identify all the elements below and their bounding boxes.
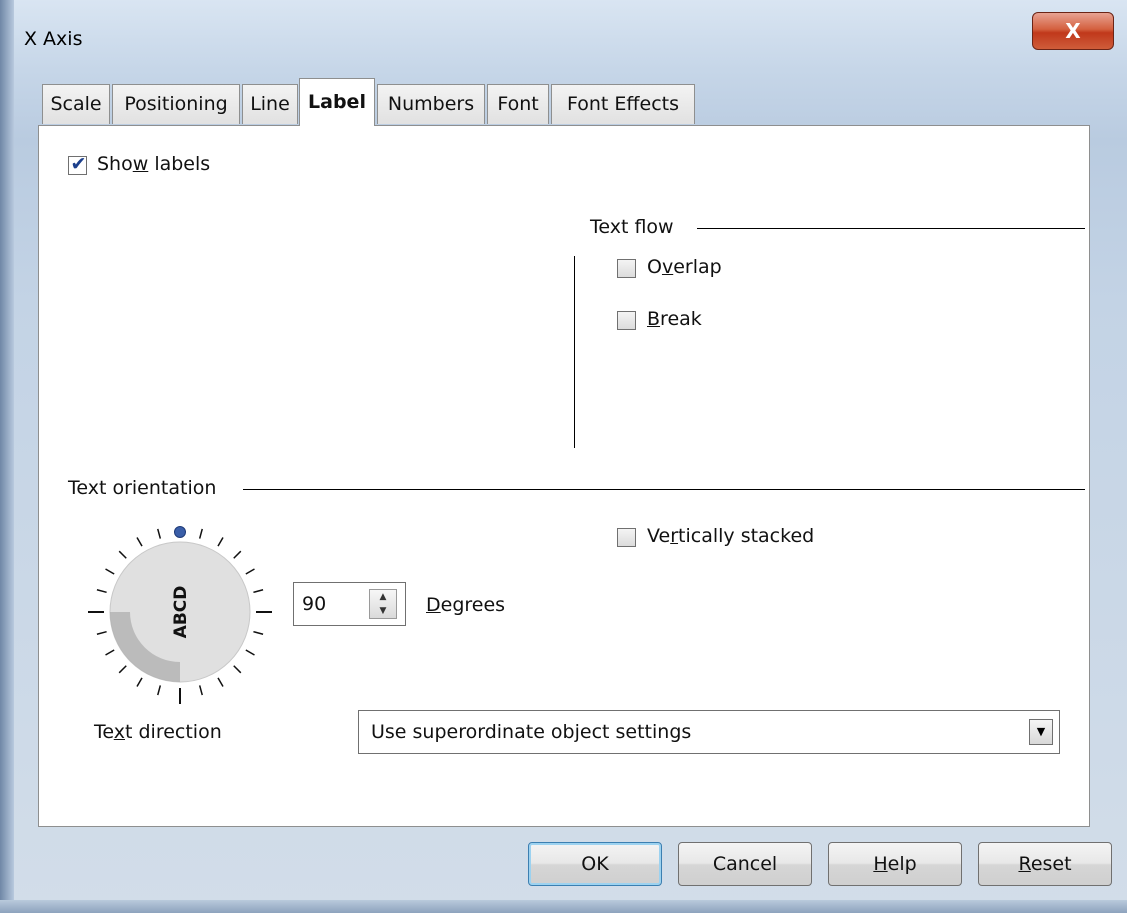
dial-tick bbox=[198, 685, 203, 696]
overlap-label: Overlap bbox=[647, 256, 722, 278]
tab-label[interactable]: Label bbox=[299, 78, 375, 126]
dial-tick bbox=[217, 537, 224, 547]
spin-down-icon[interactable]: ▼ bbox=[370, 604, 396, 618]
dial-tick bbox=[157, 685, 162, 696]
text-orientation-heading: Text orientation bbox=[68, 477, 217, 499]
dial-tick bbox=[118, 665, 127, 674]
break-label: Break bbox=[647, 308, 702, 330]
dial-tick bbox=[96, 589, 107, 594]
dial-marker-icon[interactable] bbox=[174, 526, 186, 538]
dial-tick bbox=[157, 528, 162, 539]
show-labels-label: Show labels bbox=[97, 153, 211, 175]
checkmark-icon: ✔ bbox=[70, 153, 87, 175]
dial-tick bbox=[253, 589, 264, 594]
help-button[interactable]: Help bbox=[828, 842, 962, 886]
degrees-label: Degrees bbox=[426, 594, 506, 616]
reset-button[interactable]: Reset bbox=[978, 842, 1112, 886]
ok-button[interactable]: OK bbox=[528, 842, 662, 886]
tab-font-effects[interactable]: Font Effects bbox=[551, 84, 695, 124]
degrees-value: 90 bbox=[302, 593, 327, 615]
tab-font[interactable]: Font bbox=[487, 84, 549, 124]
dialog-title: X Axis bbox=[24, 28, 83, 50]
window-frame-left bbox=[0, 0, 14, 913]
text-flow-vertical-divider bbox=[574, 256, 575, 448]
tab-line[interactable]: Line bbox=[242, 84, 298, 124]
text-direction-label: Text direction bbox=[94, 721, 222, 743]
close-icon: X bbox=[1065, 19, 1081, 43]
degrees-spinbox[interactable]: 90 ▲ ▼ bbox=[293, 582, 406, 626]
text-flow-heading: Text flow bbox=[590, 216, 674, 238]
text-orientation-divider bbox=[243, 489, 1085, 490]
dial-tick bbox=[253, 630, 264, 635]
vertically-stacked-label: Vertically stacked bbox=[647, 525, 815, 547]
dial-tick bbox=[105, 649, 115, 656]
spin-up-icon[interactable]: ▲ bbox=[370, 590, 396, 604]
close-button[interactable]: X bbox=[1032, 12, 1114, 50]
text-direction-select[interactable]: Use superordinate object settings ▼ bbox=[358, 710, 1060, 754]
overlap-checkbox[interactable] bbox=[617, 259, 636, 278]
dial-tick bbox=[96, 630, 107, 635]
dial-tick bbox=[217, 677, 224, 687]
chevron-down-icon[interactable]: ▼ bbox=[1029, 719, 1053, 745]
dial-tick bbox=[233, 665, 242, 674]
dial-tick bbox=[245, 568, 255, 575]
orientation-dial[interactable]: ABCD bbox=[85, 512, 285, 712]
dial-tick bbox=[118, 550, 127, 559]
tab-positioning[interactable]: Positioning bbox=[112, 84, 240, 124]
dial-tick bbox=[136, 677, 143, 687]
dial-tick bbox=[233, 550, 242, 559]
dial-tick bbox=[136, 537, 143, 547]
text-flow-divider bbox=[697, 228, 1085, 229]
dial-tick bbox=[198, 528, 203, 539]
text-direction-value: Use superordinate object settings bbox=[371, 721, 692, 743]
window-frame-bottom bbox=[0, 900, 1127, 913]
dial-sample-text: ABCD bbox=[171, 586, 191, 639]
show-labels-checkbox[interactable]: ✔ bbox=[68, 153, 87, 175]
vertically-stacked-checkbox[interactable] bbox=[617, 528, 636, 547]
dial-tick bbox=[105, 568, 115, 575]
break-checkbox[interactable] bbox=[617, 311, 636, 330]
dialog-window: X Axis X Scale Positioning Line Label Nu… bbox=[0, 0, 1127, 913]
cancel-button[interactable]: Cancel bbox=[678, 842, 812, 886]
degrees-spin-buttons[interactable]: ▲ ▼ bbox=[369, 589, 397, 619]
dial-tick bbox=[245, 649, 255, 656]
tab-scale[interactable]: Scale bbox=[42, 84, 110, 124]
tab-numbers[interactable]: Numbers bbox=[377, 84, 485, 124]
